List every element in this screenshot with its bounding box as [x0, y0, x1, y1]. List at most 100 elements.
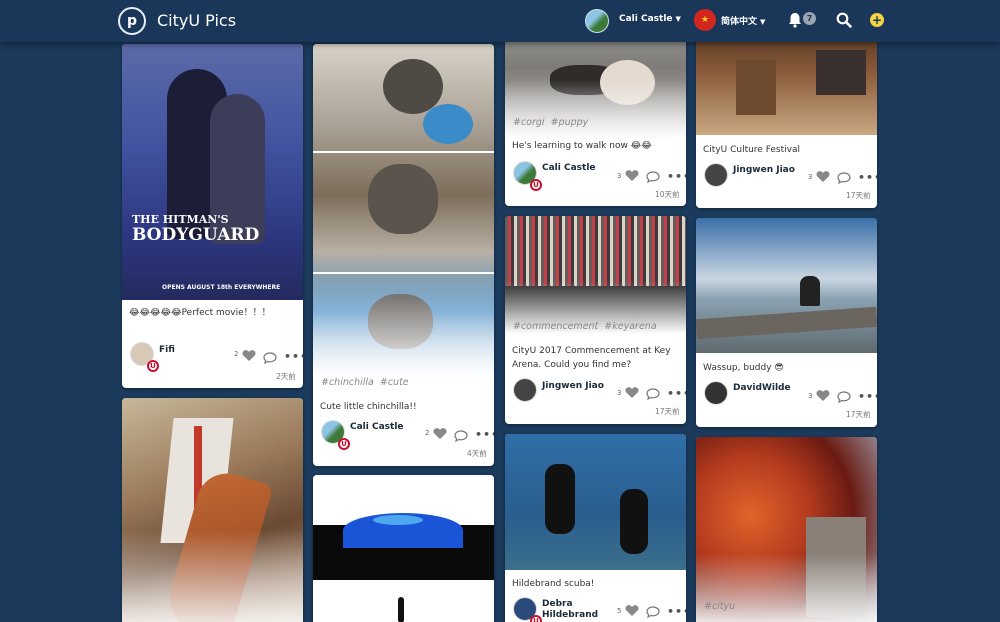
user-avatar[interactable] [704, 163, 728, 187]
bell-icon[interactable] [788, 12, 802, 28]
post-image-beach[interactable] [696, 218, 877, 353]
like-count: 3 [808, 392, 813, 400]
post-image-food[interactable] [122, 398, 303, 622]
top-navbar: p CityU Pics Cali Castle ▼ ★ 简体中文 ▼ 7 + [0, 0, 1000, 42]
poster-title: THE HITMAN'S BODYGUARD [132, 213, 260, 245]
tag[interactable]: #corgi [513, 117, 545, 128]
post-time: 2天前 [276, 372, 296, 381]
tag[interactable]: #cute [380, 377, 409, 388]
image-fade [313, 278, 494, 379]
heart-icon[interactable] [242, 349, 256, 362]
post-card[interactable]: THE HITMAN'S BODYGUARD OPENS AUGUST 18th … [122, 44, 303, 388]
post-caption: Hildebrand scuba! [512, 579, 595, 589]
post-card[interactable] [122, 398, 303, 622]
post-image-chinchilla[interactable] [313, 44, 494, 379]
post-image-mountain[interactable] [313, 475, 494, 622]
more-options-icon[interactable]: ••• [667, 170, 686, 183]
photo-divider [313, 151, 494, 153]
festival-display [736, 60, 776, 115]
tag[interactable]: #keyarena [604, 321, 656, 332]
comment-icon[interactable] [263, 352, 277, 364]
post-image-movie-poster[interactable]: THE HITMAN'S BODYGUARD OPENS AUGUST 18th … [122, 44, 303, 300]
post-time: 17天前 [846, 410, 871, 419]
post-image-autumn-leaves[interactable] [696, 437, 877, 622]
post-card[interactable]: Hildebrand scuba! U Debra Hildebrand 5 •… [505, 434, 686, 622]
heart-icon[interactable] [625, 386, 639, 399]
more-options-icon[interactable]: ••• [284, 350, 303, 363]
chinchilla [368, 164, 438, 234]
post-time: 4天前 [467, 449, 487, 458]
image-fade [505, 80, 686, 140]
post-card[interactable]: #commencement #keyarena CityU 2017 Commen… [505, 216, 686, 424]
post-author[interactable]: Jingwen Jiao [542, 381, 604, 391]
post-tags: #commencement #keyarena [513, 321, 663, 332]
person-silhouette [800, 276, 820, 306]
like-count: 3 [617, 389, 622, 397]
heart-icon[interactable] [625, 604, 639, 617]
post-card[interactable]: #chinchilla #cute Cute little chinchilla!… [313, 44, 494, 466]
post-caption: CityU 2017 Commencement at Key Arena. Co… [512, 346, 671, 370]
cityu-badge-icon: U [530, 615, 542, 622]
post-author[interactable]: Debra Hildebrand [542, 599, 602, 621]
post-time: 17天前 [655, 407, 680, 416]
post-author[interactable]: DavidWilde [733, 383, 791, 393]
post-card[interactable]: Wassup, buddy 😎 DavidWilde 3 ••• 17天前 [696, 218, 877, 427]
comment-icon[interactable] [646, 606, 660, 618]
comment-icon[interactable] [454, 430, 468, 442]
post-time: 10天前 [655, 190, 680, 199]
mountain-peak [373, 515, 423, 525]
post-image-commencement[interactable] [505, 216, 686, 334]
post-card[interactable] [313, 475, 494, 622]
post-caption: CityU Culture Festival [703, 145, 800, 155]
more-options-icon[interactable]: ••• [858, 171, 877, 184]
wheel [423, 104, 473, 144]
notification-count-badge: 7 [803, 12, 816, 25]
more-options-icon[interactable]: ••• [858, 390, 877, 403]
cityu-badge-icon: U [338, 438, 350, 450]
comment-icon[interactable] [837, 391, 851, 403]
post-card[interactable]: #cityu [696, 437, 877, 622]
app-logo[interactable]: p [118, 7, 146, 35]
heart-icon[interactable] [433, 427, 447, 440]
chinchilla [383, 59, 443, 114]
heart-icon[interactable] [816, 170, 830, 183]
post-image-scuba[interactable] [505, 434, 686, 570]
post-caption: Cute little chinchilla!! [320, 402, 417, 412]
like-count: 2 [425, 429, 430, 437]
post-card[interactable]: #corgi #puppy He's learning to walk now 😂… [505, 20, 686, 206]
user-menu[interactable]: Cali Castle ▼ [619, 14, 681, 24]
tag[interactable]: #cityu [704, 601, 735, 612]
post-author[interactable]: Fifi [159, 345, 175, 355]
user-avatar[interactable] [513, 378, 537, 402]
post-author[interactable]: Cali Castle [350, 422, 404, 432]
post-time: 17天前 [846, 191, 871, 200]
user-name: Cali Castle [619, 14, 673, 24]
tag[interactable]: #commencement [513, 321, 598, 332]
user-avatar[interactable] [585, 9, 609, 33]
photo-divider [313, 272, 494, 274]
more-options-icon[interactable]: ••• [667, 605, 686, 618]
more-options-icon[interactable]: ••• [475, 428, 494, 441]
app-title[interactable]: CityU Pics [157, 11, 236, 30]
language-menu[interactable]: 简体中文 ▼ [721, 14, 765, 27]
comment-icon[interactable] [646, 171, 660, 183]
heart-icon[interactable] [816, 389, 830, 402]
comment-icon[interactable] [837, 172, 851, 184]
post-tags: #corgi #puppy [513, 117, 594, 128]
language-label: 简体中文 [721, 17, 758, 27]
post-author[interactable]: Jingwen Jiao [733, 165, 795, 175]
post-card[interactable]: CityU Culture Festival Jingwen Jiao 3 ••… [696, 20, 877, 208]
post-tags: #chinchilla #cute [321, 377, 415, 388]
heart-icon[interactable] [625, 169, 639, 182]
tag[interactable]: #puppy [551, 117, 589, 128]
more-options-icon[interactable]: ••• [667, 387, 686, 400]
search-icon[interactable] [836, 12, 852, 28]
post-author[interactable]: Cali Castle [542, 163, 596, 173]
festival-display [816, 50, 866, 95]
user-avatar[interactable] [704, 381, 728, 405]
post-caption: He's learning to walk now 😂😂 [512, 141, 652, 151]
china-flag-icon[interactable]: ★ [694, 9, 716, 31]
comment-icon[interactable] [646, 388, 660, 400]
add-post-button[interactable]: + [870, 13, 884, 27]
tag[interactable]: #chinchilla [321, 377, 374, 388]
